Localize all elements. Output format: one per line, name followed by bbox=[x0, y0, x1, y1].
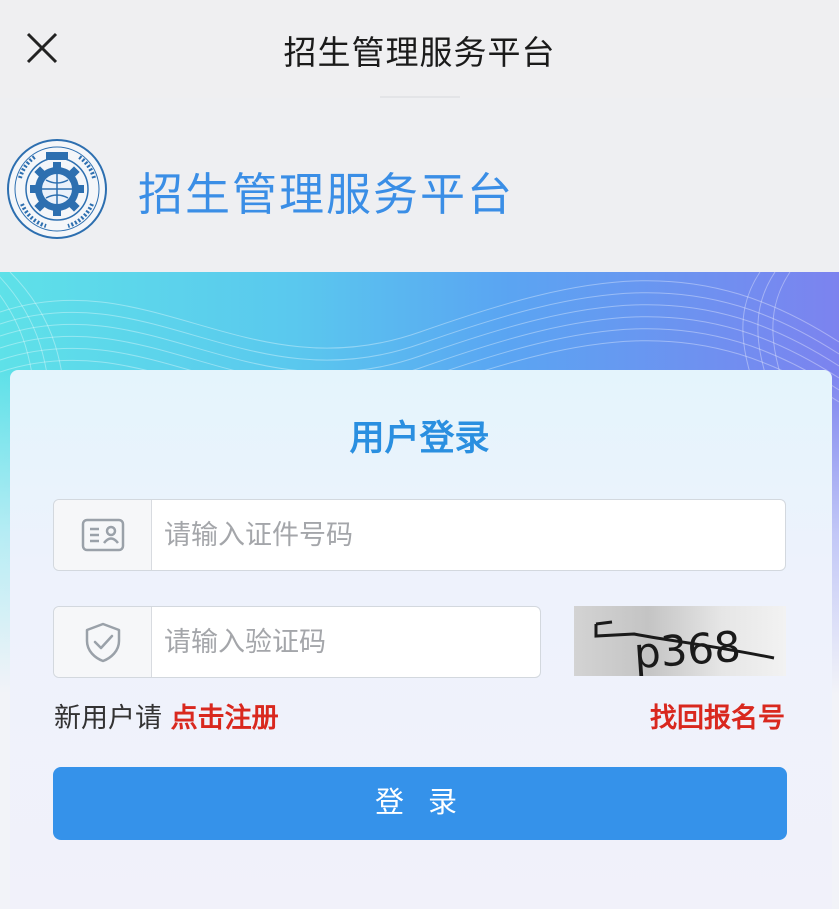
page-title: 招生管理服务平台 bbox=[283, 33, 556, 72]
recover-number-link[interactable]: 找回报名号 bbox=[650, 696, 785, 735]
shield-check-icon bbox=[85, 622, 120, 663]
id-card-icon bbox=[81, 518, 124, 552]
code-field-icon-cell bbox=[54, 607, 152, 677]
register-prompt: 新用户请 点击注册 bbox=[54, 696, 279, 735]
emblem-logo bbox=[7, 139, 107, 239]
brand-title: 招生管理服务平台 bbox=[138, 168, 515, 221]
register-link[interactable]: 点击注册 bbox=[171, 703, 279, 734]
verification-code-input[interactable] bbox=[164, 607, 530, 677]
register-prefix: 新用户请 bbox=[54, 703, 162, 734]
login-title: 用户登录 bbox=[349, 419, 490, 459]
id-number-field bbox=[53, 499, 786, 571]
id-number-input[interactable] bbox=[164, 500, 775, 570]
verification-code-field bbox=[53, 606, 541, 678]
top-nav-bar: 招生管理服务平台 bbox=[0, 0, 839, 98]
captcha-image[interactable]: p368 bbox=[574, 606, 786, 676]
login-button[interactable]: 登 录 bbox=[53, 767, 787, 840]
id-field-icon-cell bbox=[54, 500, 152, 570]
